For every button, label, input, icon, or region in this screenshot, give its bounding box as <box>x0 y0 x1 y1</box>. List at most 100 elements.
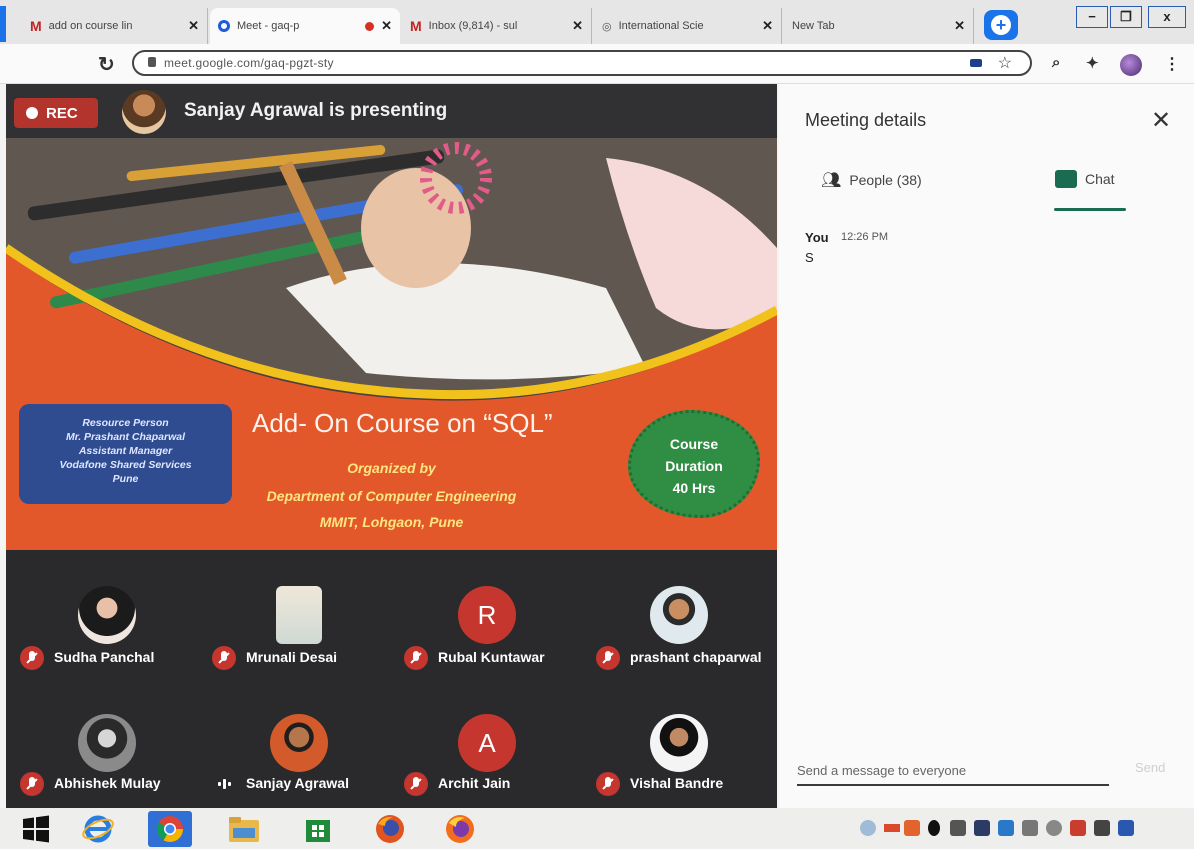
new-tab-button[interactable]: + <box>984 10 1018 40</box>
bluetooth-icon[interactable] <box>928 820 940 836</box>
participant-name: Vishal Bandre <box>630 775 724 791</box>
store-button[interactable] <box>296 811 340 847</box>
camera-icon[interactable] <box>970 59 982 67</box>
mic-off-icon <box>212 646 236 670</box>
browser-tab-2[interactable]: Meet - gaq-p ✕ <box>210 8 400 44</box>
firefox-button[interactable] <box>368 811 412 847</box>
duration-line-1: Course <box>669 436 719 452</box>
menu-kebab-icon[interactable]: ⋮ <box>1164 54 1180 74</box>
search-icon[interactable]: ⌕ <box>1052 54 1060 71</box>
notification-icon[interactable] <box>1118 820 1134 836</box>
send-button[interactable]: Send <box>1135 760 1165 775</box>
presentation-slide: Resource Person Mr. Prashant Chaparwal A… <box>6 138 777 550</box>
tab-title: International Scie <box>618 20 704 32</box>
tray-app-icon[interactable] <box>904 820 920 836</box>
meet-icon <box>218 20 230 32</box>
mic-off-icon <box>20 772 44 796</box>
chrome-icon <box>156 816 184 843</box>
internet-explorer-button[interactable] <box>76 811 120 847</box>
participant-name: Sudha Panchal <box>54 649 155 665</box>
recording-icon <box>365 21 375 31</box>
participant-name: Abhishek Mulay <box>54 775 161 791</box>
avatar <box>276 586 322 644</box>
mic-off-icon <box>404 772 428 796</box>
profile-avatar[interactable] <box>1120 54 1142 76</box>
recording-badge: REC <box>14 98 98 128</box>
presenting-text: Sanjay Agrawal is presenting <box>184 100 448 121</box>
tab-people[interactable]: 👥︎ People (38) <box>821 170 922 190</box>
chat-message-input[interactable] <box>797 763 1109 778</box>
close-window-button[interactable]: x <box>1148 6 1186 28</box>
browser-tab-4[interactable]: ◎ International Scie ✕ <box>594 8 782 44</box>
participant-tile[interactable]: Sudha Panchal <box>14 586 204 696</box>
close-tab-icon[interactable]: ✕ <box>954 18 965 34</box>
bookmark-star-icon[interactable]: ☆ <box>998 53 1012 73</box>
volume-icon[interactable] <box>1046 820 1062 836</box>
chrome-button[interactable] <box>148 811 192 847</box>
speaking-indicator-icon <box>212 772 236 796</box>
browser-toolbar: ↻ meet.google.com/gaq-pgzt-sty ☆ ⌕ ✦ ⋮ <box>0 44 1194 84</box>
restore-button[interactable]: ❐ <box>1110 6 1142 28</box>
browser-tab-strip: M add on course lin ✕ Meet - gaq-p ✕ M I… <box>0 0 1194 44</box>
start-button[interactable] <box>14 811 58 847</box>
tray-flag-icon[interactable] <box>884 824 900 832</box>
participant-tile[interactable]: R Rubal Kuntawar <box>398 586 588 696</box>
reload-icon[interactable]: ↻ <box>98 52 115 77</box>
tab-chat[interactable]: Chat <box>1055 170 1115 188</box>
participant-name: prashant chaparwal <box>630 649 762 665</box>
browser-tab-5[interactable]: New Tab ✕ <box>784 8 974 44</box>
extensions-icon[interactable]: ✦ <box>1086 54 1099 72</box>
tab-title: New Tab <box>792 20 835 32</box>
avatar <box>78 714 136 772</box>
avatar: R <box>458 586 516 644</box>
tray-network-icon[interactable] <box>950 820 966 836</box>
tray-office-icon[interactable] <box>1070 820 1086 836</box>
browser-tab-1[interactable]: M add on course lin ✕ <box>22 8 208 44</box>
mic-off-icon <box>596 646 620 670</box>
screen: M add on course lin ✕ Meet - gaq-p ✕ M I… <box>0 0 1194 849</box>
resource-person-role: Assistant Manager <box>78 445 173 457</box>
firefox-icon <box>446 815 474 843</box>
browser-tab-3[interactable]: M Inbox (9,814) - sul ✕ <box>402 8 592 44</box>
close-tab-icon[interactable]: ✕ <box>572 18 583 34</box>
url-text: meet.google.com/gaq-pgzt-sty <box>164 56 334 70</box>
tab-title: Inbox (9,814) - sul <box>428 20 518 32</box>
close-tab-icon[interactable]: ✕ <box>188 18 199 34</box>
mic-off-icon <box>20 646 44 670</box>
participant-name: Rubal Kuntawar <box>438 649 545 665</box>
resource-person-name: Mr. Prashant Chaparwal <box>65 431 186 443</box>
firefox-icon <box>376 815 404 843</box>
tray-keyboard-icon[interactable] <box>1094 820 1110 836</box>
address-bar[interactable]: meet.google.com/gaq-pgzt-sty ☆ <box>132 50 1032 76</box>
tray-wifi-icon[interactable] <box>1022 820 1038 836</box>
message-sender: You <box>805 230 829 245</box>
record-dot-icon <box>26 107 38 119</box>
chat-icon <box>1055 170 1077 188</box>
participant-tile[interactable]: prashant chaparwal <box>590 586 774 696</box>
chat-tab-label: Chat <box>1085 171 1115 187</box>
people-icon: 👥︎ <box>821 172 842 189</box>
close-tab-icon[interactable]: ✕ <box>762 18 773 34</box>
close-tab-icon[interactable]: ✕ <box>381 18 392 34</box>
minimize-button[interactable]: − <box>1076 6 1108 28</box>
panel-title: Meeting details <box>805 110 927 130</box>
close-panel-icon[interactable]: ✕ <box>1151 106 1171 135</box>
file-explorer-button[interactable] <box>222 811 266 847</box>
chat-composer[interactable] <box>797 762 1109 786</box>
gmail-icon: M <box>30 18 42 34</box>
active-tab-indicator <box>1054 208 1126 211</box>
participant-tile[interactable]: Mrunali Desai <box>206 586 396 696</box>
tray-display-icon[interactable] <box>974 820 990 836</box>
folder-icon <box>229 817 259 842</box>
tray-security-icon[interactable] <box>998 820 1014 836</box>
avatar: A <box>458 714 516 772</box>
meeting-details-panel: Meeting details ✕ 👥︎ People (38) Chat Yo… <box>779 84 1194 808</box>
tab-title: add on course lin <box>48 20 133 32</box>
message-time: 12:26 PM <box>841 231 889 243</box>
message-text: S <box>805 250 814 265</box>
resource-person-heading: Resource Person <box>82 417 169 429</box>
participant-name: Mrunali Desai <box>246 649 338 665</box>
firefox-dev-button[interactable] <box>438 811 482 847</box>
windows-icon <box>23 815 49 843</box>
tray-weather-icon[interactable] <box>860 820 876 836</box>
